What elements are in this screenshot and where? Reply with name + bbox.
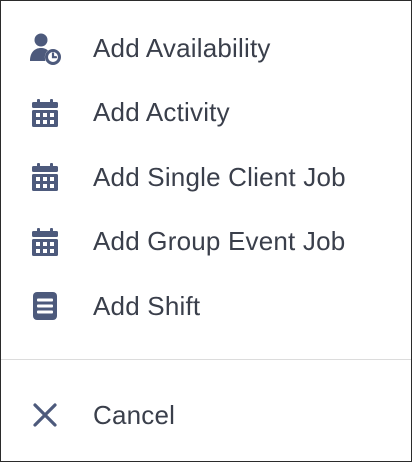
- close-icon: [25, 395, 65, 435]
- cancel-button[interactable]: Cancel: [1, 383, 411, 448]
- menu-divider: [1, 359, 411, 360]
- menu-item-label: Add Availability: [93, 32, 271, 63]
- menu-item-label: Add Group Event Job: [93, 226, 346, 257]
- calendar-icon: [25, 222, 65, 262]
- menu-item-label: Add Single Client Job: [93, 161, 346, 192]
- menu-item-add-group-event-job[interactable]: Add Group Event Job: [1, 210, 411, 275]
- menu-item-label: Add Shift: [93, 290, 201, 321]
- cancel-label: Cancel: [93, 399, 176, 430]
- calendar-icon: [25, 157, 65, 197]
- menu-item-add-single-client-job[interactable]: Add Single Client Job: [1, 145, 411, 210]
- menu-item-add-availability[interactable]: Add Availability: [1, 16, 411, 81]
- menu-item-add-shift[interactable]: Add Shift: [1, 274, 411, 339]
- menu-item-add-activity[interactable]: Add Activity: [1, 81, 411, 146]
- menu-items: Add Availability Add Activity Add Single…: [1, 1, 411, 339]
- list-icon: [25, 286, 65, 326]
- menu-item-label: Add Activity: [93, 97, 230, 128]
- calendar-icon: [25, 93, 65, 133]
- person-clock-icon: [25, 28, 65, 68]
- action-menu: Add Availability Add Activity Add Single…: [0, 0, 412, 462]
